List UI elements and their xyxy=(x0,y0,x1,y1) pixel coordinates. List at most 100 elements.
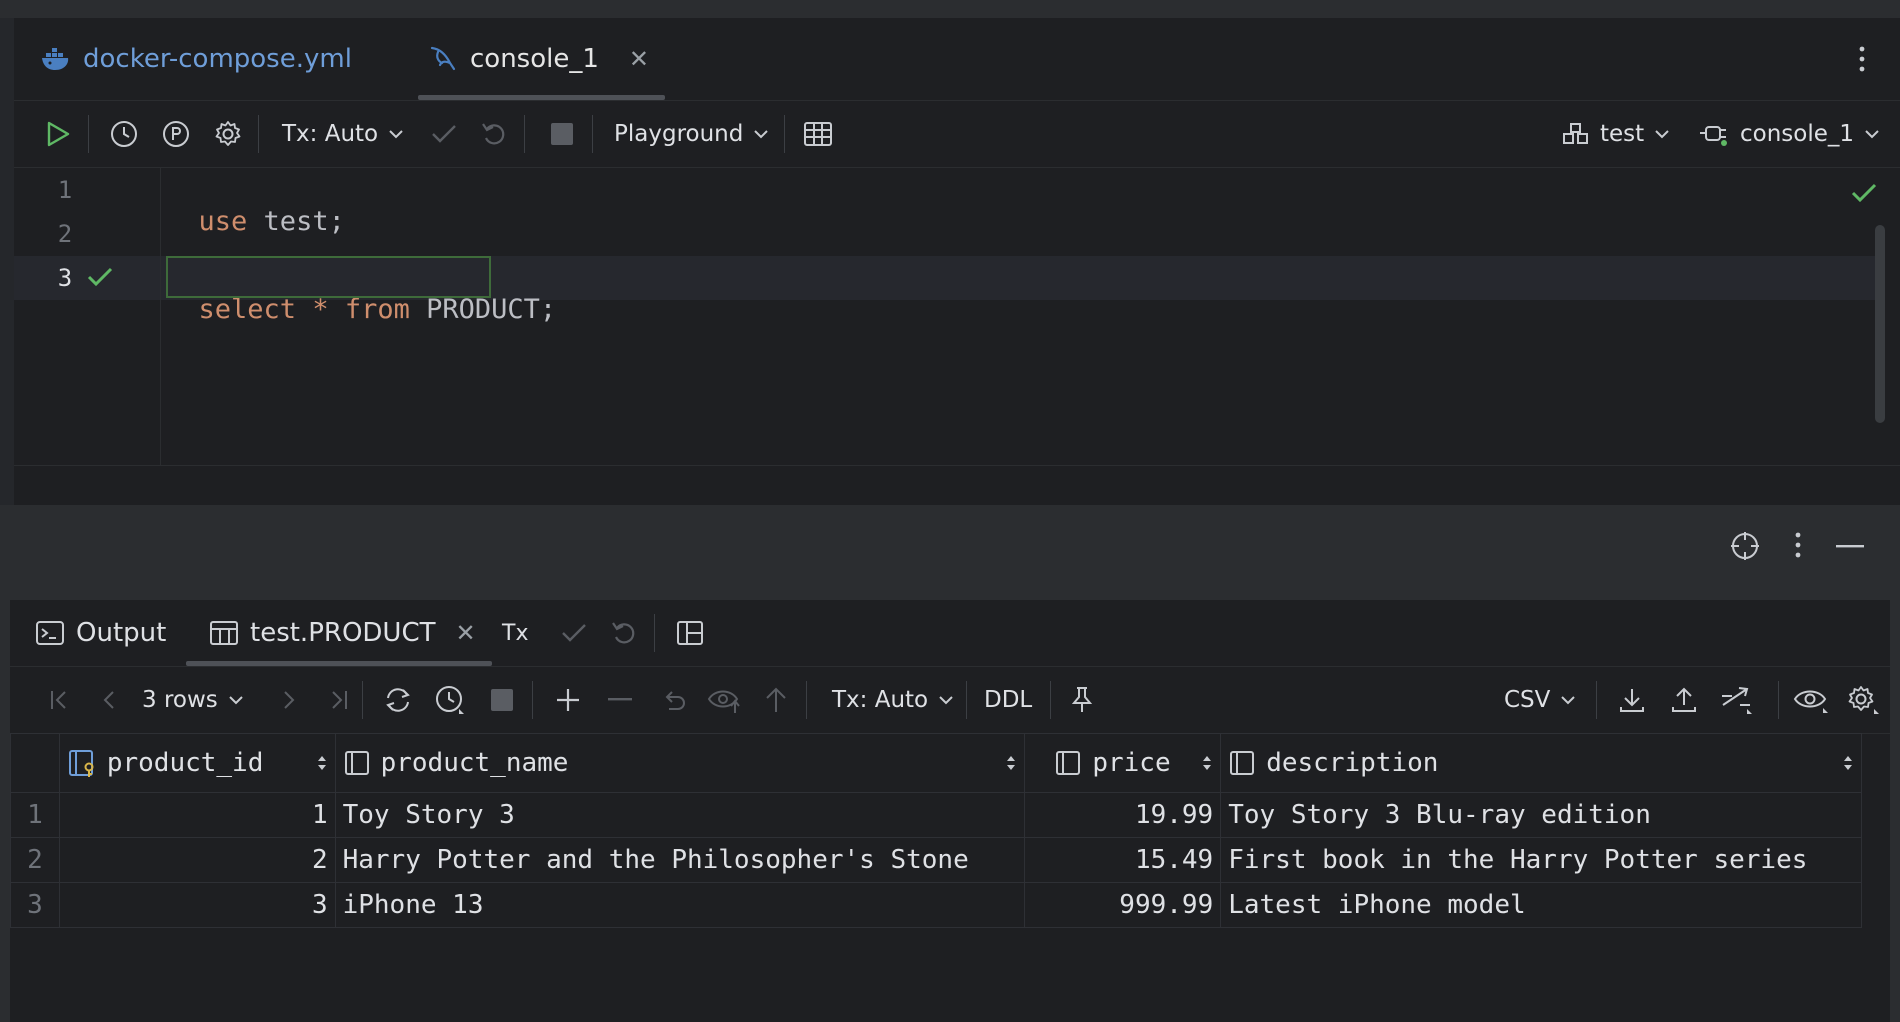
row-number: 3 xyxy=(10,882,60,928)
cell-description[interactable]: First book in the Harry Potter series xyxy=(1220,837,1862,883)
commit-check-icon[interactable] xyxy=(554,600,594,666)
column-name: price xyxy=(1092,748,1171,778)
chevron-down-icon xyxy=(938,695,954,705)
settings-gear-icon[interactable] xyxy=(1840,667,1886,733)
close-icon[interactable]: ✕ xyxy=(629,45,649,73)
export-format-dropdown[interactable]: CSV xyxy=(1504,667,1576,733)
compare-arrows-icon[interactable] xyxy=(1714,667,1758,733)
results-tab-bar: Output test.PRODUCT ✕ Tx xyxy=(10,600,1890,667)
playground-dropdown[interactable]: Playground xyxy=(614,101,769,167)
explain-plan-icon[interactable] xyxy=(156,101,196,167)
header-row: product_id product_name price descriptio… xyxy=(10,733,1862,793)
row-number: 2 xyxy=(10,837,60,883)
table-view-icon[interactable] xyxy=(794,101,842,167)
stop-icon[interactable] xyxy=(482,667,522,733)
session-selector[interactable]: console_1 xyxy=(1698,101,1880,167)
tab-output[interactable]: Output xyxy=(36,600,166,666)
minimize-icon[interactable] xyxy=(1836,545,1864,549)
cell-price[interactable]: 999.99 xyxy=(1024,882,1222,928)
cell-description[interactable]: Latest iPhone model xyxy=(1220,882,1862,928)
cell-price[interactable]: 15.49 xyxy=(1024,837,1222,883)
view-eye-icon[interactable] xyxy=(1788,667,1834,733)
separator xyxy=(784,115,785,153)
column-header-price[interactable]: price xyxy=(1024,733,1222,793)
code-line-1[interactable]: use test; xyxy=(166,175,345,237)
previous-page-icon[interactable] xyxy=(90,667,130,733)
delete-row-icon[interactable] xyxy=(598,667,642,733)
close-icon[interactable]: ✕ xyxy=(456,619,476,647)
tx-log-button[interactable]: Tx xyxy=(502,600,528,666)
schema-selector[interactable]: test xyxy=(1562,101,1670,167)
execution-success-check-icon xyxy=(86,266,114,288)
preview-changes-icon[interactable] xyxy=(702,667,746,733)
sort-icon[interactable] xyxy=(1201,753,1213,773)
tab-label: Output xyxy=(76,618,167,648)
editor-scrollbar[interactable] xyxy=(1875,225,1885,423)
chevron-down-icon xyxy=(753,129,769,139)
history-icon[interactable] xyxy=(104,101,144,167)
sort-icon[interactable] xyxy=(1005,753,1017,773)
cell-product-id[interactable]: 1 xyxy=(58,792,336,838)
column-name: description xyxy=(1266,748,1439,778)
history-icon[interactable] xyxy=(428,667,472,733)
more-vertical-icon[interactable] xyxy=(1842,18,1882,100)
settings-gear-icon[interactable] xyxy=(208,101,248,167)
cell-price[interactable]: 19.99 xyxy=(1024,792,1222,838)
pin-icon[interactable] xyxy=(1060,667,1104,733)
run-icon[interactable] xyxy=(38,101,78,167)
panel-splitter[interactable] xyxy=(0,505,1900,600)
sort-icon[interactable] xyxy=(316,753,328,773)
cell-product-name[interactable]: iPhone 13 xyxy=(334,882,1026,928)
revert-icon[interactable] xyxy=(652,667,696,733)
playground-label: Playground xyxy=(614,121,744,147)
first-page-icon[interactable] xyxy=(40,667,80,733)
tx-mode-dropdown[interactable]: Tx: Auto xyxy=(832,667,954,733)
cell-product-name[interactable]: Harry Potter and the Philosopher's Stone xyxy=(334,837,1026,883)
column-header-product-name[interactable]: product_name xyxy=(334,733,1026,793)
export-format-label: CSV xyxy=(1504,687,1551,713)
ddl-button[interactable]: DDL xyxy=(984,667,1032,733)
refresh-icon[interactable] xyxy=(376,667,420,733)
chevron-down-icon xyxy=(1864,129,1880,139)
sql-text: test; xyxy=(247,206,345,237)
separator xyxy=(654,614,655,652)
more-vertical-icon[interactable] xyxy=(1795,530,1801,560)
rollback-icon[interactable] xyxy=(474,101,514,167)
cell-product-id[interactable]: 3 xyxy=(58,882,336,928)
last-page-icon[interactable] xyxy=(318,667,358,733)
column-icon xyxy=(1228,749,1256,777)
table-row[interactable]: 3 3 iPhone 13 999.99 Latest iPhone model xyxy=(10,882,1862,928)
download-icon[interactable] xyxy=(1610,667,1654,733)
tab-test-product[interactable]: test.PRODUCT ✕ xyxy=(210,600,476,666)
rollback-icon[interactable] xyxy=(604,600,644,666)
tx-mode-dropdown[interactable]: Tx: Auto xyxy=(282,101,404,167)
upload-icon[interactable] xyxy=(1662,667,1706,733)
submit-arrow-up-icon[interactable] xyxy=(754,667,798,733)
column-header-description[interactable]: description xyxy=(1220,733,1862,793)
separator xyxy=(524,115,525,153)
editor-tab-bar: docker-compose.yml console_1 ✕ xyxy=(14,18,1900,101)
commit-check-icon[interactable] xyxy=(424,101,464,167)
cell-product-id[interactable]: 2 xyxy=(58,837,336,883)
column-name: product_name xyxy=(380,748,569,778)
add-row-icon[interactable] xyxy=(546,667,590,733)
layout-split-icon[interactable] xyxy=(670,600,710,666)
cell-description[interactable]: Toy Story 3 Blu-ray edition xyxy=(1220,792,1862,838)
chevron-down-icon xyxy=(388,129,404,139)
tab-console-1[interactable]: console_1 ✕ xyxy=(428,18,649,100)
column-icon xyxy=(343,749,371,777)
chevron-down-icon xyxy=(1560,695,1576,705)
stop-icon[interactable] xyxy=(542,101,582,167)
row-number-header xyxy=(10,733,60,793)
sort-icon[interactable] xyxy=(1842,753,1854,773)
cell-product-name[interactable]: Toy Story 3 xyxy=(334,792,1026,838)
separator xyxy=(1778,681,1779,719)
column-header-product-id[interactable]: product_id xyxy=(58,733,336,793)
table-row[interactable]: 2 2 Harry Potter and the Philosopher's S… xyxy=(10,837,1862,883)
table-row[interactable]: 1 1 Toy Story 3 19.99 Toy Story 3 Blu-ra… xyxy=(10,792,1862,838)
next-page-icon[interactable] xyxy=(268,667,308,733)
tab-docker-compose[interactable]: docker-compose.yml xyxy=(41,18,352,100)
separator xyxy=(362,681,363,719)
row-count-dropdown[interactable]: 3 rows xyxy=(142,667,244,733)
target-icon[interactable] xyxy=(1729,530,1761,562)
